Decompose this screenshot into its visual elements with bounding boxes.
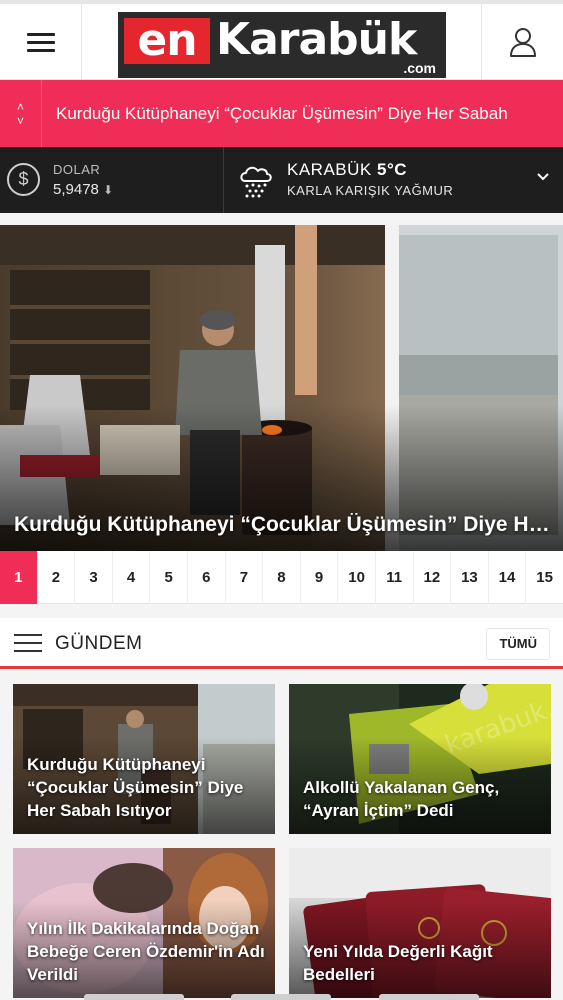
site-header: en Karabük .com — [0, 0, 563, 80]
slider-page-15[interactable]: 15 — [526, 551, 563, 604]
user-icon — [509, 28, 536, 57]
info-bar: $ DOLAR 5,9478 ⬇ KARABÜK 5°C KARLA KARIŞ… — [0, 147, 563, 213]
slider-page-4[interactable]: 4 — [113, 551, 151, 604]
news-card[interactable]: Kurduğu Kütüphaneyi “Çocuklar Üşümesin” … — [13, 684, 275, 834]
card-title[interactable]: Kurduğu Kütüphaneyi “Çocuklar Üşümesin” … — [27, 753, 267, 822]
slider-photo — [0, 225, 563, 551]
headline-slider[interactable]: Kurduğu Kütüphaneyi “Çocuklar Üşümesin” … — [0, 225, 563, 551]
weather-location: KARABÜK 5°C — [287, 160, 407, 180]
weather-widget[interactable]: KARABÜK 5°C KARLA KARIŞIK YAĞMUR — [225, 147, 563, 213]
bottom-scroll-tabs — [0, 994, 563, 1000]
currency-value: 5,9478 ⬇ — [53, 181, 113, 198]
slider-page-3[interactable]: 3 — [75, 551, 113, 604]
ticker-headline[interactable]: Kurduğu Kütüphaneyi “Çocuklar Üşümesin” … — [42, 104, 508, 124]
logo-domain: .com — [403, 60, 436, 76]
currency-rate: 5,9478 — [53, 181, 99, 198]
slider-page-10[interactable]: 10 — [338, 551, 376, 604]
bottom-tab[interactable] — [379, 994, 480, 1000]
slider-page-11[interactable]: 11 — [376, 551, 414, 604]
chevron-down-icon[interactable] — [535, 169, 551, 185]
hamburger-icon — [26, 28, 55, 57]
news-card[interactable]: karabuk.com Alkollü Yakalanan Genç, “Ayr… — [289, 684, 551, 834]
ticker-arrows[interactable]: ˄ ˅ — [0, 80, 42, 147]
card-title[interactable]: Yeni Yılda Değerli Kağıt Bedelleri — [303, 940, 543, 986]
news-card[interactable]: Yılın İlk Dakikalarında Doğan Bebeğe Cer… — [13, 848, 275, 998]
chevron-up-icon[interactable]: ˄ — [17, 100, 24, 114]
logo-en: en — [124, 18, 210, 64]
bottom-tab[interactable] — [231, 994, 332, 1000]
news-card[interactable]: Yeni Yılda Değerli Kağıt Bedelleri — [289, 848, 551, 998]
slider-page-9[interactable]: 9 — [301, 551, 339, 604]
slider-page-14[interactable]: 14 — [489, 551, 527, 604]
slider-page-6[interactable]: 6 — [188, 551, 226, 604]
weather-city: KARABÜK — [287, 160, 372, 179]
trend-down-icon: ⬇ — [103, 183, 114, 197]
slider-pagination: 1 2 3 4 5 6 7 8 9 10 11 12 13 14 15 — [0, 551, 563, 604]
chevron-down-icon[interactable]: ˅ — [17, 114, 24, 128]
section-header-gundem: GÜNDEM TÜMÜ — [0, 618, 563, 669]
site-logo[interactable]: en Karabük .com — [118, 12, 446, 78]
slider-page-13[interactable]: 13 — [451, 551, 489, 604]
list-icon — [14, 634, 42, 658]
snow-rain-cloud-icon — [240, 166, 272, 198]
weather-temp: 5°C — [376, 160, 408, 179]
bottom-tab[interactable] — [83, 994, 184, 1000]
weather-condition: KARLA KARIŞIK YAĞMUR — [287, 183, 454, 198]
slider-page-8[interactable]: 8 — [263, 551, 301, 604]
user-button[interactable] — [481, 4, 563, 80]
card-title[interactable]: Yılın İlk Dakikalarında Doğan Bebeğe Cer… — [27, 917, 267, 986]
view-all-button[interactable]: TÜMÜ — [486, 628, 550, 660]
currency-label: DOLAR — [53, 162, 101, 177]
breaking-news-ticker: ˄ ˅ Kurduğu Kütüphaneyi “Çocuklar Üşümes… — [0, 80, 563, 147]
menu-button[interactable] — [0, 4, 82, 80]
section-title: GÜNDEM — [55, 633, 143, 654]
logo-name: Karabük — [216, 14, 417, 65]
card-title[interactable]: Alkollü Yakalanan Genç, “Ayran İçtim” De… — [303, 776, 543, 822]
dollar-icon: $ — [7, 163, 40, 196]
slider-title[interactable]: Kurduğu Kütüphaneyi “Çocuklar Üşümesin” … — [14, 513, 553, 537]
currency-widget: $ DOLAR 5,9478 ⬇ — [0, 147, 224, 213]
slider-page-7[interactable]: 7 — [226, 551, 264, 604]
slider-page-1[interactable]: 1 — [0, 551, 38, 604]
slider-page-2[interactable]: 2 — [38, 551, 76, 604]
slider-page-12[interactable]: 12 — [414, 551, 452, 604]
slider-page-5[interactable]: 5 — [150, 551, 188, 604]
